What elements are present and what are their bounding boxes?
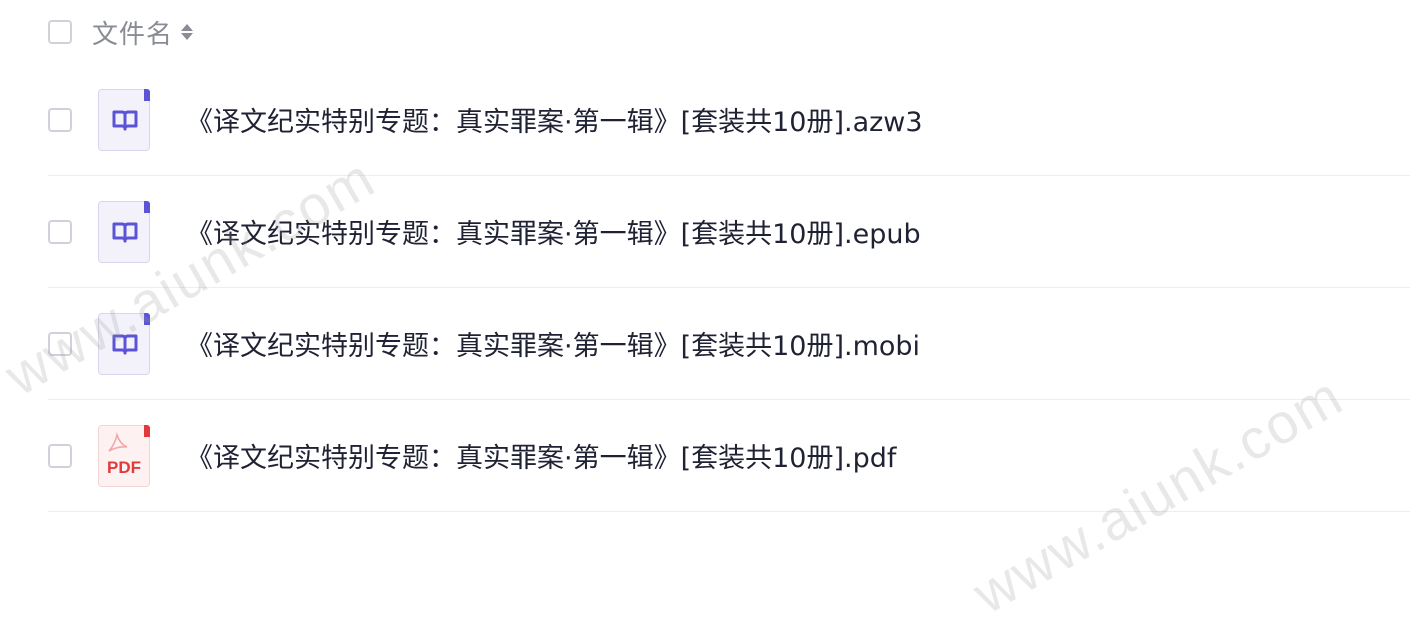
ebook-icon [98,200,150,263]
file-corner-mark [144,424,150,437]
file-checkbox[interactable] [48,331,72,356]
file-row[interactable]: 《译文纪实特别专题：真实罪案·第一辑》[套装共10册].epub [48,176,1410,288]
acrobat-icon [108,431,128,452]
column-header-filename[interactable]: 文件名 [92,14,173,51]
file-list-page: 文件名 《译文纪实特别专题：真实罪案·第一辑》[套装共10册].azw3 《译文… [0,0,1410,626]
file-name[interactable]: 《译文纪实特别专题：真实罪案·第一辑》[套装共10册].mobi [186,324,920,363]
pdf-label: PDF [107,457,141,477]
file-list: 《译文纪实特别专题：真实罪案·第一辑》[套装共10册].azw3 《译文纪实特别… [48,64,1410,512]
file-corner-mark [144,88,150,101]
file-corner-mark [144,312,150,325]
sort-down-icon [181,33,194,40]
file-name[interactable]: 《译文纪实特别专题：真实罪案·第一辑》[套装共10册].epub [186,212,921,251]
open-book-icon [112,222,138,242]
select-all-checkbox[interactable] [48,20,72,44]
pdf-icon: PDF [98,424,150,487]
file-row[interactable]: 《译文纪实特别专题：真实罪案·第一辑》[套装共10册].azw3 [48,64,1410,176]
file-checkbox[interactable] [48,443,72,468]
file-checkbox[interactable] [48,107,72,132]
sort-icon[interactable] [181,24,194,40]
file-list-header: 文件名 [48,14,1410,50]
file-row[interactable]: PDF 《译文纪实特别专题：真实罪案·第一辑》[套装共10册].pdf [48,400,1410,512]
file-row[interactable]: 《译文纪实特别专题：真实罪案·第一辑》[套装共10册].mobi [48,288,1410,400]
ebook-icon [98,88,150,151]
open-book-icon [112,110,138,130]
ebook-icon [98,312,150,375]
open-book-icon [112,334,138,354]
file-name[interactable]: 《译文纪实特别专题：真实罪案·第一辑》[套装共10册].pdf [186,436,896,475]
sort-up-icon [181,24,194,31]
file-name[interactable]: 《译文纪实特别专题：真实罪案·第一辑》[套装共10册].azw3 [186,100,923,139]
file-corner-mark [144,200,150,213]
file-checkbox[interactable] [48,219,72,244]
